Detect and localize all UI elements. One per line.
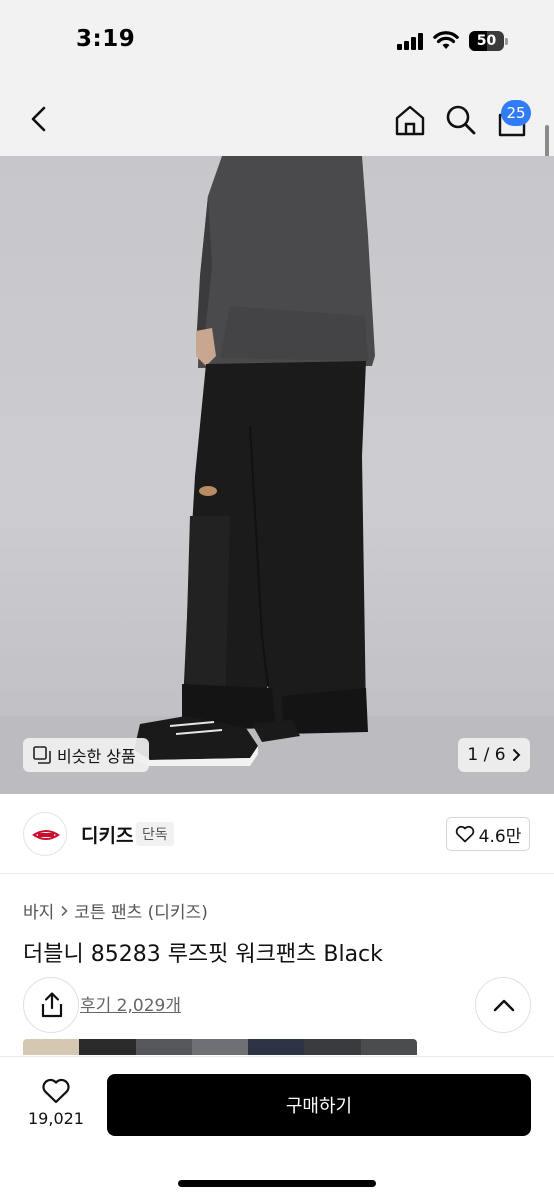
breadcrumb-item[interactable]: 코튼 팬츠 (디키즈) (74, 898, 208, 923)
wishlist-count: 19,021 (28, 1109, 84, 1128)
heart-icon (42, 1078, 70, 1104)
brand-name[interactable]: 디키즈 (81, 821, 133, 848)
exclusive-tag: 단독 (136, 822, 174, 846)
battery-level: 50 (476, 33, 497, 49)
status-bar: 3:19 50 (0, 0, 554, 80)
image-page-indicator[interactable]: 1 / 6 (458, 738, 530, 772)
product-title: 더블니 85283 루즈핏 워크팬츠 Black (23, 942, 383, 967)
buy-button[interactable]: 구매하기 (107, 1074, 531, 1136)
signal-icon (397, 33, 425, 50)
similar-items-label: 비슷한 상품 (57, 747, 136, 766)
color-thumbnail[interactable] (360, 1039, 417, 1055)
heart-icon (455, 825, 474, 843)
share-button[interactable] (23, 977, 79, 1033)
battery-icon: 50 (469, 31, 508, 51)
similar-items-button[interactable]: 비슷한 상품 (23, 738, 149, 772)
page-indicator-text: 1 / 6 (467, 745, 506, 765)
home-icon[interactable] (393, 103, 427, 137)
color-thumbnail[interactable] (248, 1039, 305, 1055)
color-thumbnail[interactable] (135, 1039, 192, 1055)
color-thumbnails[interactable] (23, 1039, 417, 1055)
search-icon[interactable] (445, 104, 477, 136)
bottom-purchase-bar: 19,021 구매하기 (0, 1056, 554, 1200)
breadcrumb: 바지 코튼 팬츠 (디키즈) (23, 898, 208, 923)
similar-items-icon (33, 746, 51, 764)
color-thumbnail[interactable] (191, 1039, 249, 1055)
status-time: 3:19 (76, 26, 136, 52)
home-indicator (178, 1180, 376, 1187)
brand-like-count: 4.6만 (478, 826, 522, 847)
wishlist-button[interactable]: 19,021 (20, 1077, 92, 1151)
color-thumbnail[interactable] (304, 1039, 361, 1055)
product-image[interactable] (0, 156, 554, 794)
color-thumbnail[interactable] (79, 1039, 136, 1055)
brand-row: 디키즈 단독 4.6만 (0, 794, 554, 874)
scroll-to-top-button[interactable] (475, 977, 531, 1033)
breadcrumb-item[interactable]: 바지 (23, 898, 54, 923)
chevron-up-icon (493, 999, 515, 1012)
color-thumbnail[interactable] (23, 1039, 80, 1055)
wifi-icon (433, 31, 459, 49)
chevron-right-icon (512, 749, 520, 761)
product-photo (0, 156, 554, 794)
review-count-link[interactable]: 후기 2,029개 (80, 991, 181, 1016)
top-navigation (0, 80, 554, 156)
chevron-right-icon (61, 905, 68, 916)
buy-button-label: 구매하기 (285, 1096, 353, 1117)
brand-like-button[interactable]: 4.6만 (446, 817, 530, 851)
cart-count-badge: 25 (501, 100, 531, 126)
brand-logo[interactable] (23, 812, 67, 856)
back-icon[interactable] (24, 104, 54, 134)
share-icon (41, 992, 63, 1018)
